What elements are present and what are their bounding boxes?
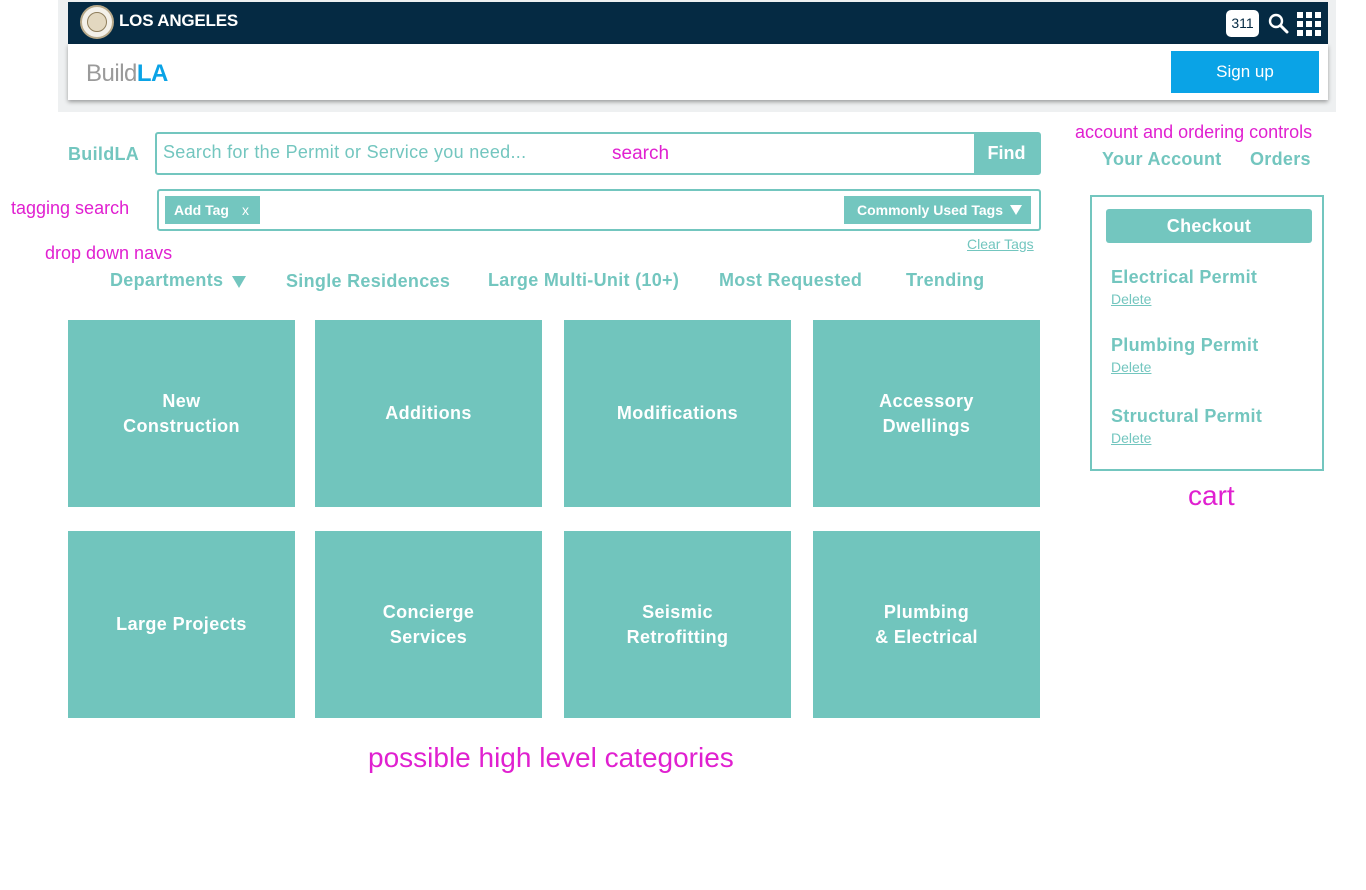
badge-311-button[interactable]: 311 (1226, 10, 1259, 37)
caret-down-icon (1010, 205, 1022, 215)
search-input[interactable] (163, 142, 563, 163)
buildla-bar (68, 44, 1328, 100)
cart-item-name: Structural Permit (1111, 406, 1263, 426)
orders-link[interactable]: Orders (1250, 149, 1311, 170)
nav-single-residences[interactable]: Single Residences (286, 271, 450, 292)
tile-accessory-dwellings[interactable]: Accessory Dwellings (813, 320, 1040, 507)
city-seal-icon[interactable] (80, 5, 114, 39)
cart-item-delete-link[interactable]: Delete (1111, 359, 1151, 375)
nav-trending[interactable]: Trending (906, 270, 984, 291)
clear-tags-link[interactable]: Clear Tags (967, 236, 1034, 252)
annotation-account-controls: account and ordering controls (1075, 122, 1313, 142)
cart-item-delete-link[interactable]: Delete (1111, 291, 1151, 307)
nav-most-requested[interactable]: Most Requested (719, 270, 862, 291)
commonly-used-tags-dropdown[interactable]: Commonly Used Tags (844, 196, 1031, 224)
annotation-cart: cart (1188, 480, 1235, 511)
annotation-search: search (612, 143, 670, 164)
cart-item-name: Plumbing Permit (1111, 335, 1259, 355)
nav-departments[interactable]: Departments (110, 270, 223, 291)
city-title[interactable]: LOS ANGELES (119, 11, 238, 31)
city-top-bar (68, 2, 1328, 44)
your-account-link[interactable]: Your Account (1102, 149, 1222, 170)
nav-large-multi-unit[interactable]: Large Multi-Unit (10+) (488, 270, 679, 291)
buildla-logo[interactable]: BuildLA (86, 60, 168, 88)
add-tag-chip[interactable]: Add Tag x (165, 196, 260, 224)
tile-large-projects[interactable]: Large Projects (68, 531, 295, 718)
find-button[interactable]: Find (974, 134, 1039, 173)
tile-new-construction[interactable]: New Construction (68, 320, 295, 507)
annotation-tagging-search: tagging search (11, 198, 130, 218)
tile-seismic-retrofitting[interactable]: Seismic Retrofitting (564, 531, 791, 718)
annotation-categories: possible high level categories (368, 742, 734, 773)
annotation-drop-down-navs: drop down navs (45, 243, 173, 263)
tile-plumbing-electrical[interactable]: Plumbing & Electrical (813, 531, 1040, 718)
remove-tag-icon[interactable]: x (242, 202, 249, 218)
sign-up-button[interactable]: Sign up (1171, 51, 1319, 93)
checkout-button[interactable]: Checkout (1106, 209, 1312, 243)
tile-concierge-services[interactable]: Concierge Services (315, 531, 542, 718)
cart-item-name: Electrical Permit (1111, 267, 1258, 287)
commonly-used-tags-label: Commonly Used Tags (857, 202, 1003, 218)
search-side-label: BuildLA (68, 144, 140, 164)
tile-additions[interactable]: Additions (315, 320, 542, 507)
search-icon[interactable] (1267, 12, 1289, 34)
caret-down-icon[interactable] (232, 276, 246, 288)
apps-grid-icon[interactable] (1297, 12, 1321, 36)
cart-item-delete-link[interactable]: Delete (1111, 430, 1151, 446)
tile-modifications[interactable]: Modifications (564, 320, 791, 507)
add-tag-label: Add Tag (174, 202, 229, 218)
